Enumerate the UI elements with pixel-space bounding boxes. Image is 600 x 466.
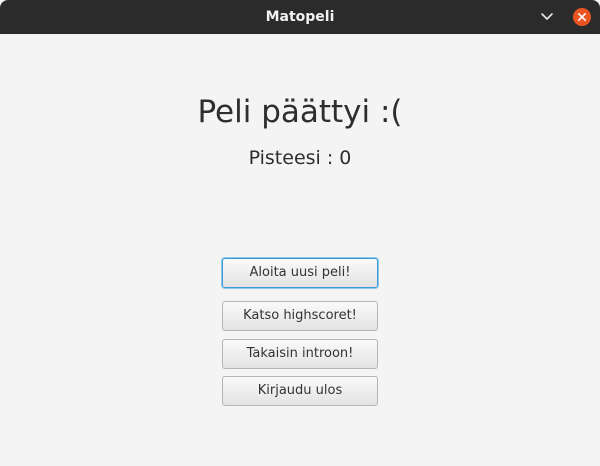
score-label: Pisteesi : 0 (248, 147, 352, 169)
new-game-button[interactable]: Aloita uusi peli! (222, 258, 378, 288)
window-title: Matopeli (265, 9, 335, 25)
highscores-button[interactable]: Katso highscoret! (222, 301, 378, 331)
app-window: Matopeli Peli päättyi :( Pisteesi : 0 Al… (0, 0, 600, 466)
close-icon (573, 8, 591, 26)
logout-button[interactable]: Kirjaudu ulos (222, 376, 378, 406)
back-to-intro-button[interactable]: Takaisin introon! (222, 339, 378, 369)
close-button[interactable] (572, 7, 592, 27)
game-over-heading: Peli päättyi :( (197, 94, 403, 130)
minimize-button[interactable] (536, 7, 558, 27)
chevron-down-icon (541, 13, 553, 20)
title-bar[interactable]: Matopeli (0, 0, 600, 34)
